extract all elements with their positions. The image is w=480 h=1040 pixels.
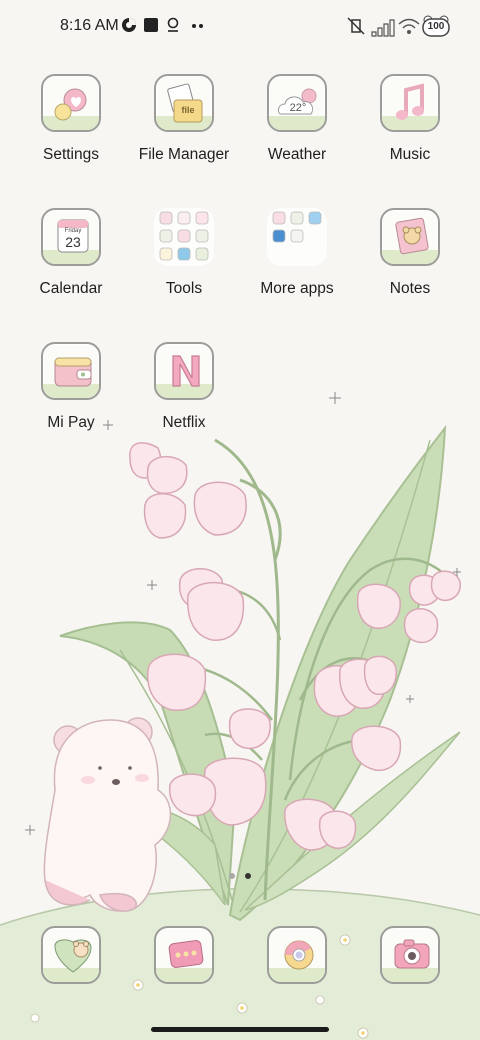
app-mi-pay[interactable]: Mi Pay bbox=[15, 342, 127, 462]
chrome-icon bbox=[267, 926, 327, 984]
dock-messages[interactable] bbox=[128, 926, 240, 986]
page-indicator-2-active[interactable] bbox=[245, 873, 251, 879]
calendar-icon: Friday 23 bbox=[41, 208, 101, 266]
file-badge: file bbox=[181, 105, 195, 115]
battery-bear-icon: 100 bbox=[422, 15, 450, 37]
netflix-n-icon bbox=[154, 342, 214, 400]
location-pin-icon bbox=[165, 17, 181, 38]
home-gesture-bar[interactable] bbox=[151, 1027, 329, 1032]
music-note-icon bbox=[380, 74, 440, 132]
tools-folder-icon bbox=[154, 208, 214, 266]
status-time: 8:16 AM bbox=[60, 17, 119, 34]
page-indicator-1[interactable] bbox=[229, 873, 235, 879]
messages-icon bbox=[154, 926, 214, 984]
battery-level: 100 bbox=[427, 21, 445, 32]
dock-camera[interactable] bbox=[354, 926, 466, 986]
app-notes[interactable]: Notes bbox=[354, 208, 466, 328]
app-settings[interactable]: Settings bbox=[15, 74, 127, 194]
status-bar: 8:16 AM 100 bbox=[0, 0, 480, 56]
app-label-notes: Notes bbox=[389, 280, 431, 297]
app-weather[interactable]: 22° Weather bbox=[241, 74, 353, 194]
app-label-netflix: Netflix bbox=[162, 414, 206, 431]
settings-gear-heart-icon bbox=[41, 74, 101, 132]
app-file-manager[interactable]: file File Manager bbox=[128, 74, 240, 194]
vibrate-off-icon bbox=[346, 16, 366, 41]
wifi-bear-icon bbox=[396, 14, 422, 43]
weather-temp: 22° bbox=[289, 102, 307, 114]
more-notifications-icon bbox=[191, 17, 205, 38]
app-folder-tools[interactable]: Tools bbox=[128, 208, 240, 328]
data-saver-icon bbox=[121, 17, 137, 38]
signal-bear-icon bbox=[370, 14, 396, 43]
dock-chrome[interactable] bbox=[241, 926, 353, 986]
camera-icon bbox=[380, 926, 440, 984]
calendar-day: 23 bbox=[65, 234, 81, 250]
phone-bear-icon bbox=[41, 926, 101, 984]
notes-bear-icon bbox=[380, 208, 440, 266]
wallet-icon bbox=[41, 342, 101, 400]
app-netflix[interactable]: Netflix bbox=[128, 342, 240, 462]
file-folder-icon: file bbox=[154, 74, 214, 132]
app-music[interactable]: Music bbox=[354, 74, 466, 194]
app-label-music: Music bbox=[389, 146, 431, 163]
square-notification-icon bbox=[143, 17, 159, 38]
weather-cloud-icon: 22° bbox=[267, 74, 327, 132]
more-apps-folder-icon bbox=[267, 208, 327, 266]
app-folder-more-apps[interactable]: More apps bbox=[241, 208, 353, 328]
app-calendar[interactable]: Friday 23 Calendar bbox=[15, 208, 127, 328]
dock-phone[interactable] bbox=[15, 926, 127, 986]
